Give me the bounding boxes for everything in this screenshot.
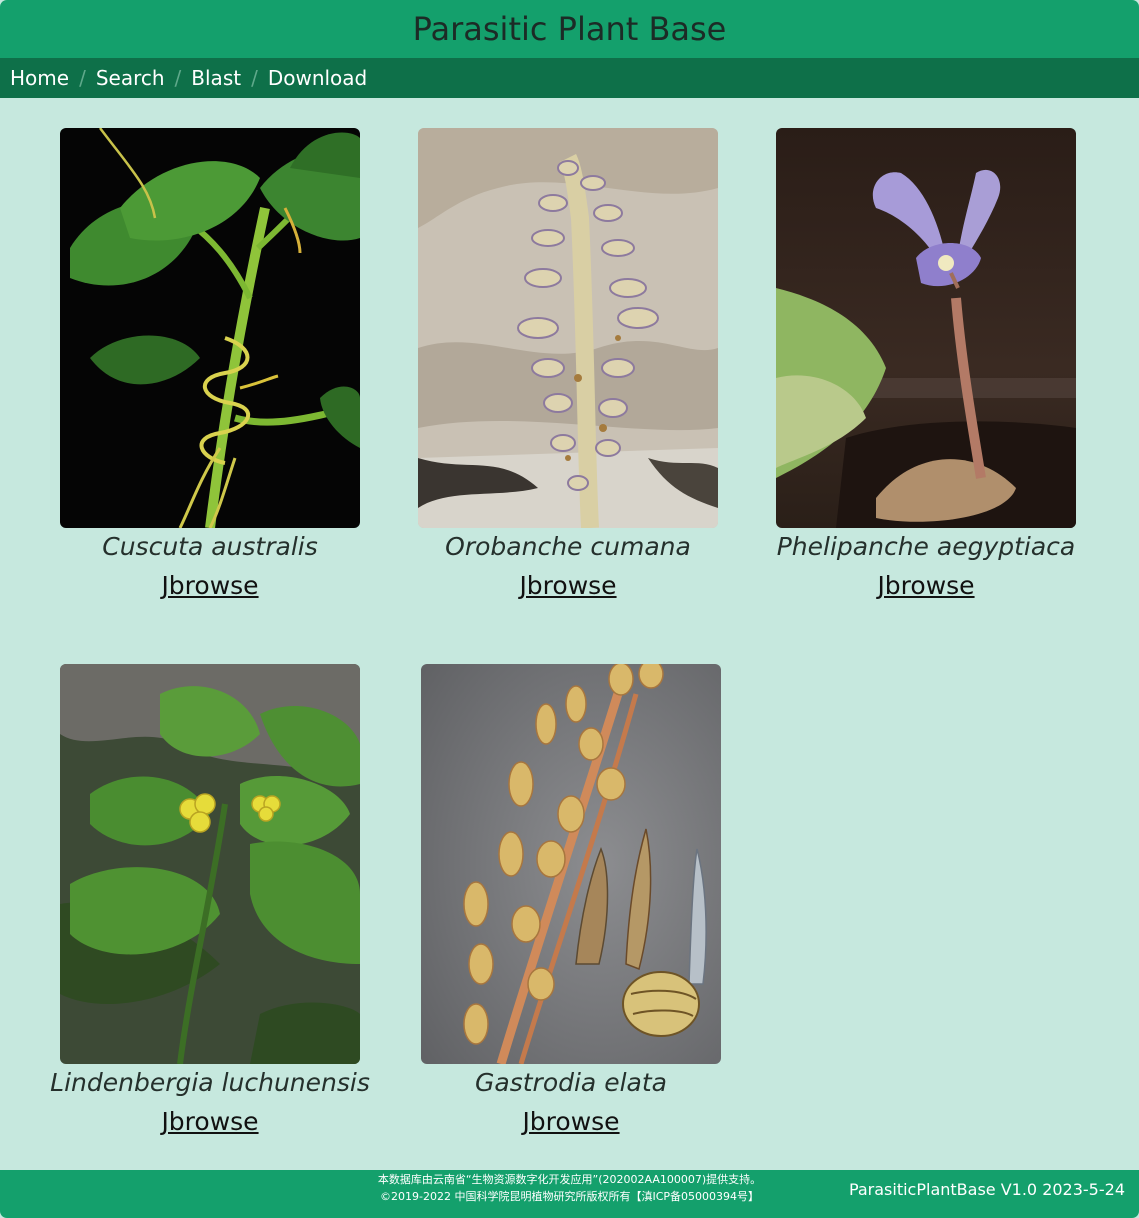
nav-download-link[interactable]: Download [268, 58, 367, 98]
plant-card-orobanche: Orobanche cumana Jbrowse [418, 128, 718, 606]
purple-flower-photo[interactable] [776, 128, 1076, 528]
site-title: Parasitic Plant Base [412, 10, 727, 48]
jbrowse-link[interactable]: Jbrowse [522, 1102, 619, 1142]
nav-separator: / [251, 66, 258, 90]
plant-name: Cuscuta australis [102, 532, 318, 561]
nav-bar: Home / Search / Blast / Download [0, 58, 1139, 98]
version-label: ParasiticPlantBase V1.0 2023-5-24 [848, 1180, 1125, 1199]
page: Parasitic Plant Base Home / Search / Bla… [0, 0, 1139, 1218]
plant-card-lindenbergia: Lindenbergia luchunensis Jbrowse [50, 664, 370, 1142]
plant-name: Lindenbergia luchunensis [50, 1068, 370, 1097]
jbrowse-link[interactable]: Jbrowse [161, 1102, 258, 1142]
jbrowse-link[interactable]: Jbrowse [161, 566, 258, 606]
site-header: Parasitic Plant Base [0, 0, 1139, 58]
site-footer: 本数据库由云南省“生物资源数字化开发应用”(202002AA100007)提供支… [0, 1170, 1139, 1218]
broomrape-spike-photo[interactable] [418, 128, 718, 528]
nav-search-link[interactable]: Search [96, 58, 165, 98]
jbrowse-link[interactable]: Jbrowse [877, 566, 974, 606]
dodder-vine-photo[interactable] [60, 128, 360, 528]
nav-blast-link[interactable]: Blast [191, 58, 241, 98]
nav-home-link[interactable]: Home [10, 58, 69, 98]
plant-card-gastrodia: Gastrodia elata Jbrowse [421, 664, 721, 1142]
plant-card-phelipanche: Phelipanche aegyptiaca Jbrowse [776, 128, 1076, 606]
plant-name: Gastrodia elata [475, 1068, 667, 1097]
plant-name: Orobanche cumana [445, 532, 691, 561]
orchid-tuber-photo[interactable] [421, 664, 721, 1064]
leafy-plant-photo[interactable] [60, 664, 360, 1064]
nav-separator: / [79, 66, 86, 90]
plant-name: Phelipanche aegyptiaca [776, 532, 1076, 561]
plant-card-cuscuta: Cuscuta australis Jbrowse [60, 128, 360, 606]
jbrowse-link[interactable]: Jbrowse [519, 566, 616, 606]
nav-separator: / [174, 66, 182, 90]
